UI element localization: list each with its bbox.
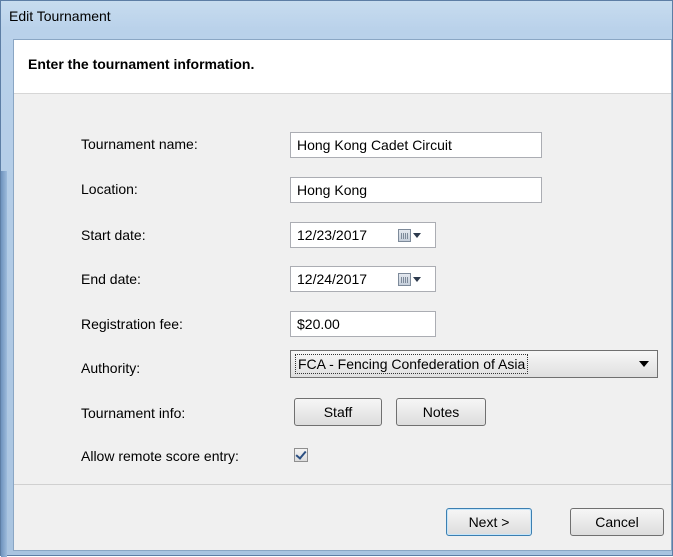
footer-divider: [14, 484, 671, 485]
tournament-name-input[interactable]: Hong Kong Cadet Circuit: [290, 132, 542, 158]
authority-select[interactable]: FCA - Fencing Confederation of Asia: [290, 350, 658, 378]
staff-button[interactable]: Staff: [294, 398, 382, 426]
end-date-dropdown-button[interactable]: [398, 272, 424, 288]
registration-fee-label: Registration fee:: [81, 316, 183, 332]
calendar-icon: [398, 273, 411, 286]
end-date-value: 12/24/2017: [297, 271, 368, 287]
authority-label: Authority:: [81, 360, 141, 376]
tournament-info-label: Tournament info:: [81, 405, 186, 421]
end-date-picker[interactable]: 12/24/2017: [290, 266, 436, 292]
remote-score-label: Allow remote score entry:: [81, 448, 239, 464]
start-date-label: Start date:: [81, 227, 146, 243]
header-instruction: Enter the tournament information.: [28, 56, 255, 72]
end-date-label: End date:: [81, 271, 141, 287]
start-date-value: 12/23/2017: [297, 227, 368, 243]
authority-selected-value: FCA - Fencing Confederation of Asia: [295, 354, 529, 374]
window-title: Edit Tournament: [9, 8, 111, 24]
tournament-name-label: Tournament name:: [81, 136, 198, 152]
start-date-picker[interactable]: 12/23/2017: [290, 222, 436, 248]
dialog-client-area: Enter the tournament information. Tourna…: [13, 39, 672, 551]
remote-score-checkbox[interactable]: [294, 448, 308, 462]
registration-fee-input[interactable]: $20.00: [290, 311, 436, 337]
notes-button[interactable]: Notes: [396, 398, 486, 426]
start-date-dropdown-button[interactable]: [398, 228, 424, 244]
calendar-icon: [398, 229, 411, 242]
dialog-header: Enter the tournament information.: [14, 40, 671, 94]
chevron-down-icon: [639, 361, 649, 367]
chevron-down-icon: [413, 233, 421, 238]
chevron-down-icon: [413, 277, 421, 282]
edit-tournament-window: Edit Tournament Enter the tournament inf…: [0, 0, 673, 557]
cancel-button[interactable]: Cancel: [570, 508, 664, 536]
location-input[interactable]: Hong Kong: [290, 177, 542, 203]
location-label: Location:: [81, 181, 138, 197]
window-left-edge: [1, 171, 7, 557]
next-button[interactable]: Next >: [446, 508, 532, 536]
